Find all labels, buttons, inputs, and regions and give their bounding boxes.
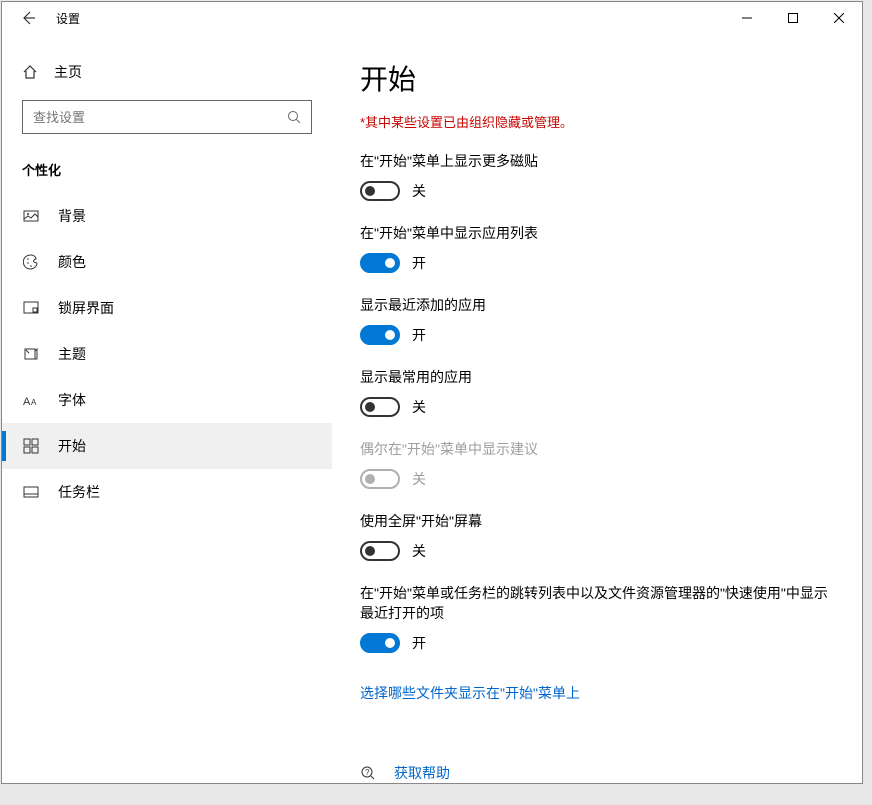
toggle-suggestions xyxy=(360,469,400,489)
sidebar-item-lockscreen[interactable]: 锁屏界面 xyxy=(2,285,332,331)
setting-label: 显示最近添加的应用 xyxy=(360,295,832,315)
toggle-most-used[interactable] xyxy=(360,397,400,417)
section-header: 个性化 xyxy=(2,154,332,193)
themes-icon xyxy=(22,346,40,362)
sidebar-item-start[interactable]: 开始 xyxy=(2,423,332,469)
nav-label: 锁屏界面 xyxy=(58,298,114,318)
setting-label: 在"开始"菜单或任务栏的跳转列表中以及文件资源管理器的"快速使用"中显示最近打开… xyxy=(360,583,832,623)
setting-label: 在"开始"菜单中显示应用列表 xyxy=(360,223,832,243)
toggle-fullscreen[interactable] xyxy=(360,541,400,561)
fonts-icon: AA xyxy=(22,393,40,407)
back-button[interactable] xyxy=(18,8,38,28)
setting-suggestions: 偶尔在"开始"菜单中显示建议 关 xyxy=(360,439,832,489)
lockscreen-icon xyxy=(22,300,40,316)
svg-text:A: A xyxy=(31,398,37,407)
window-title: 设置 xyxy=(56,10,80,27)
sidebar-item-background[interactable]: 背景 xyxy=(2,193,332,239)
sidebar-item-themes[interactable]: 主题 xyxy=(2,331,332,377)
toggle-recent-apps[interactable] xyxy=(360,325,400,345)
setting-app-list: 在"开始"菜单中显示应用列表 开 xyxy=(360,223,832,273)
svg-text:A: A xyxy=(23,396,31,407)
choose-folders-link[interactable]: 选择哪些文件夹显示在"开始"菜单上 xyxy=(360,683,580,703)
setting-jump-lists: 在"开始"菜单或任务栏的跳转列表中以及文件资源管理器的"快速使用"中显示最近打开… xyxy=(360,583,832,653)
maximize-button[interactable] xyxy=(770,2,816,34)
svg-text:?: ? xyxy=(365,768,370,777)
sidebar-item-colors[interactable]: 颜色 xyxy=(2,239,332,285)
toggle-state: 关 xyxy=(412,181,426,201)
picture-icon xyxy=(22,208,40,224)
toggle-jump-lists[interactable] xyxy=(360,633,400,653)
setting-label: 使用全屏"开始"屏幕 xyxy=(360,511,832,531)
setting-most-used: 显示最常用的应用 关 xyxy=(360,367,832,417)
search-box[interactable] xyxy=(22,100,312,134)
toggle-state: 关 xyxy=(412,397,426,417)
toggle-more-tiles[interactable] xyxy=(360,181,400,201)
toggle-state: 关 xyxy=(412,541,426,561)
close-button[interactable] xyxy=(816,2,862,34)
toggle-state: 开 xyxy=(412,325,426,345)
setting-recent-apps: 显示最近添加的应用 开 xyxy=(360,295,832,345)
setting-more-tiles: 在"开始"菜单上显示更多磁贴 关 xyxy=(360,151,832,201)
home-label: 主页 xyxy=(54,62,82,82)
home-icon xyxy=(22,64,38,80)
sidebar: 主页 个性化 背景 颜色 锁屏界面 xyxy=(2,34,332,783)
start-icon xyxy=(22,438,40,454)
setting-label: 显示最常用的应用 xyxy=(360,367,832,387)
search-input[interactable] xyxy=(33,110,287,125)
page-title: 开始 xyxy=(360,58,832,98)
toggle-state: 开 xyxy=(412,253,426,273)
toggle-app-list[interactable] xyxy=(360,253,400,273)
palette-icon xyxy=(22,254,40,270)
settings-window: 设置 主页 xyxy=(1,1,863,784)
minimize-button[interactable] xyxy=(724,2,770,34)
policy-warning: *其中某些设置已由组织隐藏或管理。 xyxy=(360,112,832,131)
titlebar: 设置 xyxy=(2,2,862,34)
nav-label: 任务栏 xyxy=(58,482,100,502)
link-label: 获取帮助 xyxy=(394,763,450,783)
setting-label: 偶尔在"开始"菜单中显示建议 xyxy=(360,439,832,459)
main-content: 开始 *其中某些设置已由组织隐藏或管理。 在"开始"菜单上显示更多磁贴 关 在"… xyxy=(332,34,862,783)
nav-label: 主题 xyxy=(58,344,86,364)
nav-label: 背景 xyxy=(58,206,86,226)
setting-fullscreen: 使用全屏"开始"屏幕 关 xyxy=(360,511,832,561)
toggle-state: 开 xyxy=(412,633,426,653)
taskbar-icon xyxy=(22,484,40,500)
home-button[interactable]: 主页 xyxy=(2,54,332,100)
help-icon: ? xyxy=(360,765,378,781)
nav-label: 颜色 xyxy=(58,252,86,272)
help-link[interactable]: ? 获取帮助 xyxy=(360,763,832,783)
sidebar-item-fonts[interactable]: AA 字体 xyxy=(2,377,332,423)
sidebar-item-taskbar[interactable]: 任务栏 xyxy=(2,469,332,515)
setting-label: 在"开始"菜单上显示更多磁贴 xyxy=(360,151,832,171)
nav-label: 开始 xyxy=(58,436,86,456)
search-icon xyxy=(287,110,301,124)
toggle-state: 关 xyxy=(412,469,426,489)
nav-label: 字体 xyxy=(58,390,86,410)
